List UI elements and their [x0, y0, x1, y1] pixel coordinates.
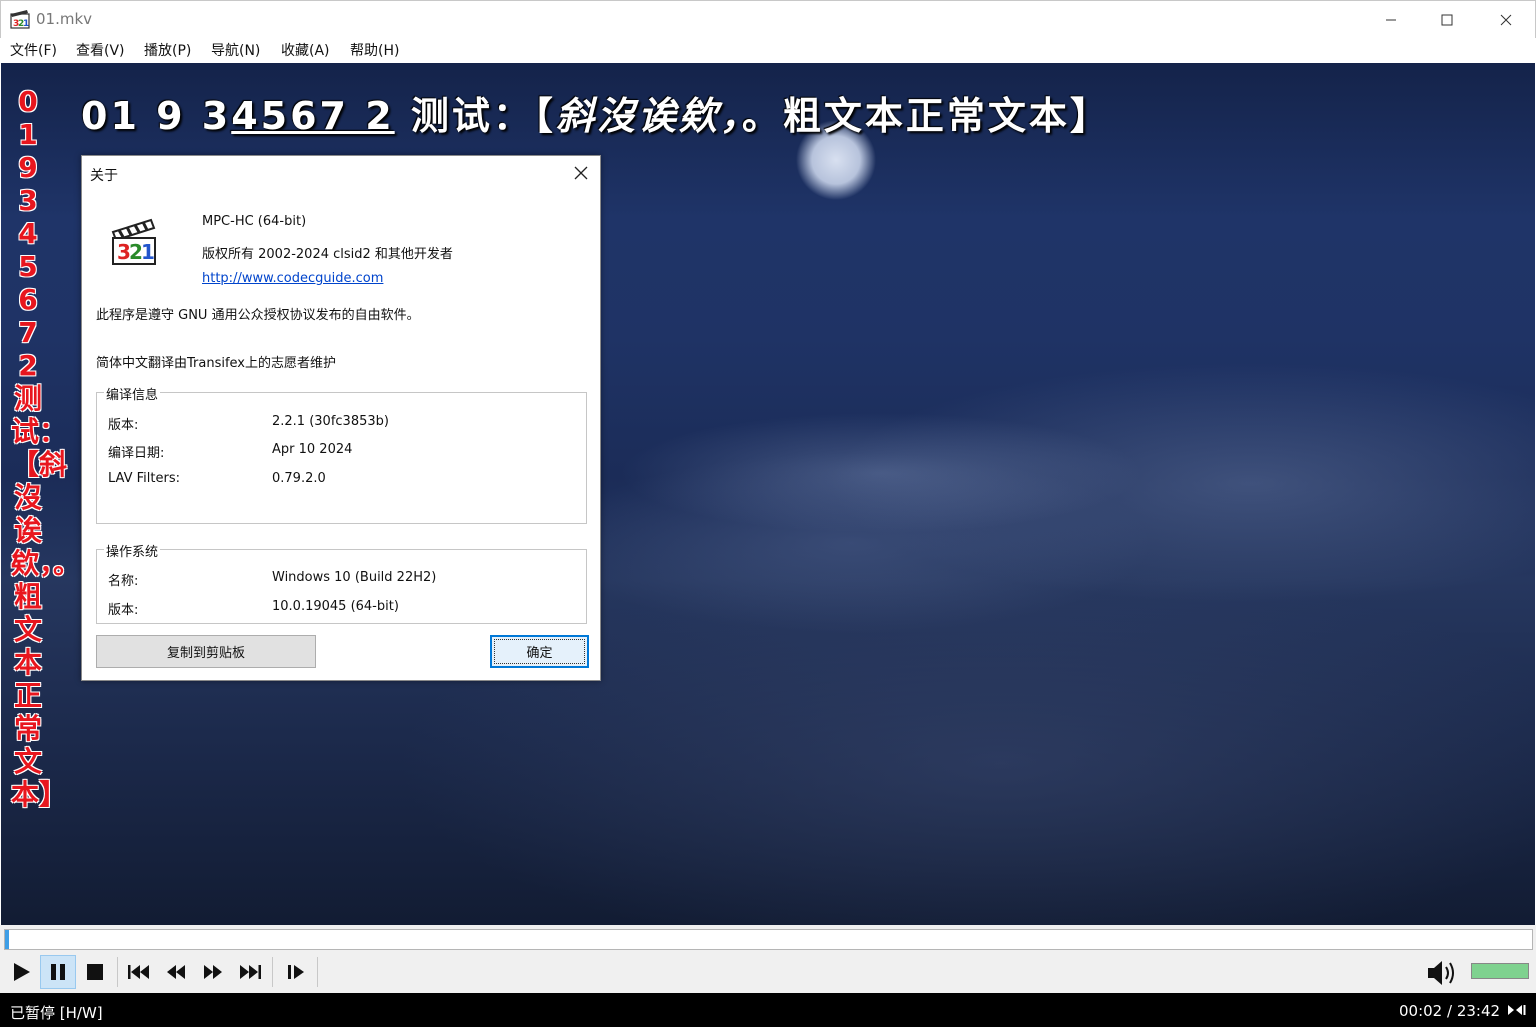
playback-controls	[0, 953, 1536, 993]
time-display: 00:02 / 23:42	[1399, 1002, 1501, 1020]
os-value-name: Windows 10 (Build 22H2)	[272, 570, 437, 585]
maximize-button[interactable]	[1418, 1, 1476, 39]
dialog-title: 关于	[90, 168, 118, 184]
skip-previous-icon	[128, 965, 149, 979]
copy-to-clipboard-button[interactable]: 复制到剪贴板	[96, 635, 316, 668]
volume-icon[interactable]	[1425, 958, 1457, 988]
seek-bar-progress	[5, 930, 10, 949]
close-button[interactable]	[1477, 1, 1535, 39]
pause-button[interactable]	[40, 955, 76, 989]
previous-button[interactable]	[121, 955, 157, 989]
build-info-group: 编译信息	[96, 384, 587, 524]
os-label-name: 名称:	[108, 574, 139, 589]
subtitle-top-underlined: 4567 2	[231, 94, 395, 138]
frame-step-icon	[288, 965, 304, 979]
build-label-date: 编译日期:	[108, 446, 165, 461]
subtitle-top-part: 测试：【	[394, 94, 556, 138]
frame-step-button[interactable]	[278, 955, 314, 989]
skip-next-icon	[240, 965, 261, 979]
play-icon	[14, 963, 30, 981]
mpc-hc-logo-icon: 3 2 1	[111, 218, 156, 265]
maximize-icon	[1441, 14, 1453, 26]
svg-text:1: 1	[141, 240, 155, 264]
copyright-text: 版权所有 2002-2024 clsid2 和其他开发者	[202, 247, 453, 262]
menu-help[interactable]: 帮助(H)	[342, 38, 407, 63]
license-text: 此程序是遵守 GNU 通用公众授权协议发布的自由软件。	[96, 308, 420, 323]
rewind-button[interactable]	[158, 955, 194, 989]
rewind-icon	[167, 965, 185, 979]
title-bar: 3 2 1 01.mkv	[0, 0, 1536, 38]
close-icon	[1500, 14, 1512, 26]
fast-forward-button[interactable]	[195, 955, 231, 989]
minimize-button[interactable]	[1362, 1, 1420, 39]
subtitle-top-part: 。粗文本正常文本】	[741, 94, 1111, 138]
seek-area	[0, 925, 1536, 953]
next-button[interactable]	[232, 955, 268, 989]
volume-level-fill	[1472, 964, 1528, 978]
pause-icon	[51, 964, 65, 980]
build-info-legend: 编译信息	[104, 384, 161, 403]
minimize-icon	[1386, 19, 1396, 21]
mpc-hc-app-icon: 3 2 1	[10, 10, 30, 29]
os-label-version: 版本:	[108, 603, 139, 618]
play-button[interactable]	[3, 955, 39, 989]
build-label-version: 版本:	[108, 418, 139, 433]
os-value-version: 10.0.19045 (64-bit)	[272, 599, 399, 614]
stop-button[interactable]	[77, 955, 113, 989]
volume-slider[interactable]	[1471, 963, 1529, 979]
separator	[317, 957, 318, 987]
seek-bar[interactable]	[4, 929, 1533, 950]
os-info-legend: 操作系统	[104, 541, 161, 560]
separator	[117, 957, 118, 987]
subtitle-top: 01 9 34567 2 测试：【斜沒诶欸，。粗文本正常文本】	[81, 85, 1111, 140]
menu-favorites[interactable]: 收藏(A)	[273, 38, 342, 63]
stop-icon	[87, 964, 103, 980]
menu-file[interactable]: 文件(F)	[2, 38, 68, 63]
about-dialog: 关于 3 2 1 MPC-HC (64-bit) 版权所有 2002-2024 …	[81, 155, 601, 681]
ok-button[interactable]: 确定	[490, 635, 589, 668]
build-value-lav: 0.79.2.0	[272, 471, 326, 486]
menu-navigate[interactable]: 导航(N)	[203, 38, 273, 63]
menu-view[interactable]: 查看(V)	[68, 38, 136, 63]
build-label-lav: LAV Filters:	[108, 471, 180, 486]
build-value-version: 2.2.1 (30fc3853b)	[272, 414, 389, 429]
subtitle-top-part: 01 9 3	[81, 94, 232, 138]
status-bar: 已暂停 [H/W] 00:02 / 23:42	[0, 993, 1536, 1027]
separator	[272, 957, 273, 987]
subtitle-top-italic: 斜沒诶欸，	[555, 94, 742, 138]
signal-icon	[1508, 1005, 1526, 1015]
translation-credit: 简体中文翻译由Transifex上的志愿者维护	[96, 356, 337, 371]
window-title: 01.mkv	[36, 10, 93, 28]
dialog-close-icon[interactable]	[572, 164, 590, 182]
app-name: MPC-HC (64-bit)	[202, 214, 307, 229]
menu-play[interactable]: 播放(P)	[136, 38, 203, 63]
subtitle-vertical: 01 9 34567 2 测试：【斜沒诶欸，。粗文本正常文本】	[11, 85, 82, 811]
build-value-date: Apr 10 2024	[272, 442, 353, 457]
menu-bar: 文件(F) 查看(V) 播放(P) 导航(N) 收藏(A) 帮助(H)	[0, 38, 1536, 63]
svg-text:1: 1	[23, 19, 29, 29]
fast-forward-icon	[204, 965, 222, 979]
homepage-link[interactable]: http://www.codecguide.com	[202, 271, 383, 286]
playback-status: 已暂停 [H/W]	[10, 1004, 103, 1022]
